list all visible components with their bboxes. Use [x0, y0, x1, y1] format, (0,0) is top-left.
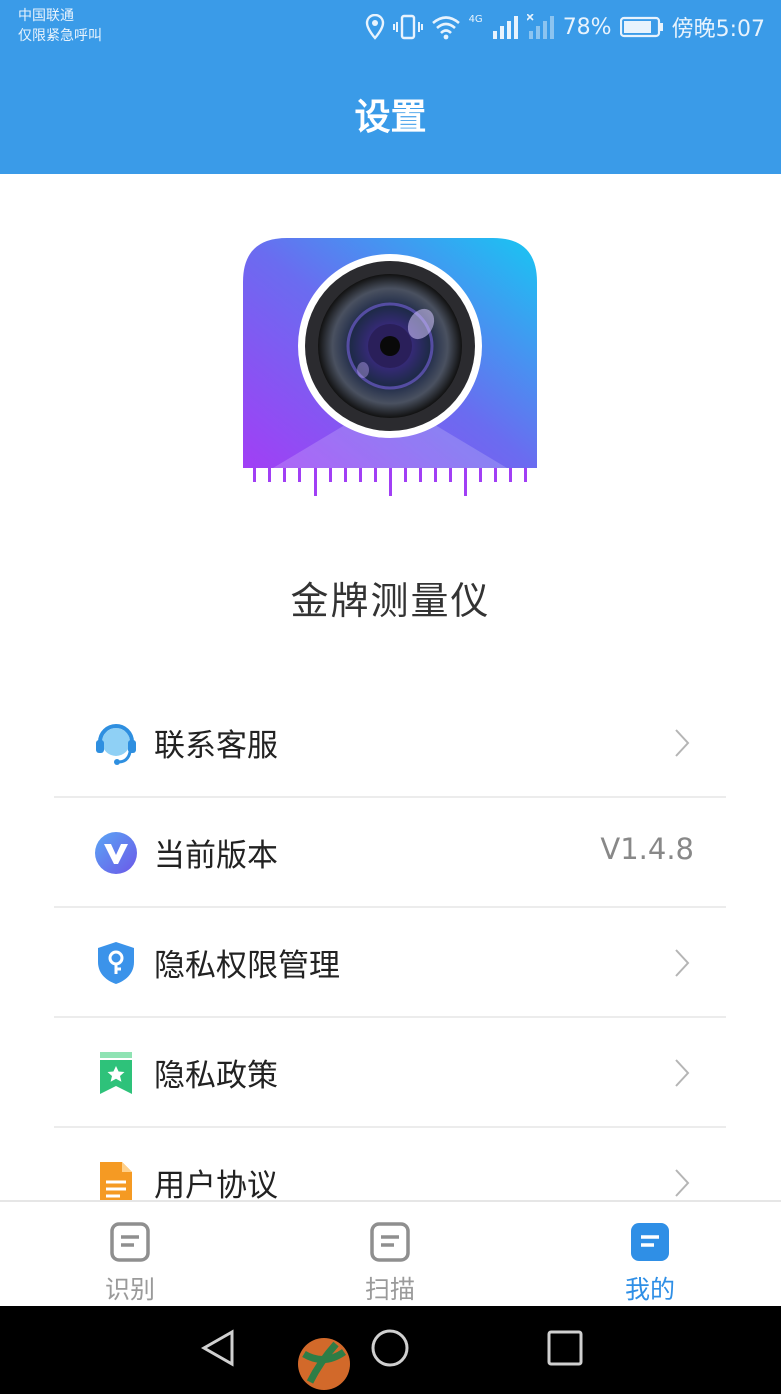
- clock: 傍晚5:07: [671, 17, 765, 42]
- version-value: V1.4.8: [600, 832, 694, 866]
- wifi-icon: [431, 16, 460, 40]
- carrier-info: 中国联通 仅限紧急呼叫: [18, 6, 102, 46]
- headset-icon: [96, 724, 136, 765]
- bookmark-star-icon: [100, 1052, 132, 1094]
- chevron-right-icon: [675, 1169, 690, 1197]
- tab-scan[interactable]: 扫描: [260, 1202, 520, 1308]
- doc-icon: [370, 1222, 410, 1262]
- contact-service-row[interactable]: 联系客服: [54, 688, 726, 798]
- menu-item-label: 隐私权限管理: [154, 948, 340, 984]
- tab-label: 识别: [104, 1275, 155, 1304]
- chevron-right-icon: [675, 949, 690, 977]
- recent-apps-icon[interactable]: [545, 1328, 585, 1368]
- chevron-right-icon: [675, 729, 690, 757]
- system-nav-bar: [0, 1306, 781, 1394]
- shield-key-icon: [98, 942, 134, 984]
- back-icon[interactable]: [198, 1328, 238, 1368]
- carrier-name: 中国联通: [18, 8, 74, 24]
- page-title: 设置: [354, 97, 427, 138]
- header: 中国联通 仅限紧急呼叫 4G 78% 傍晚5:07 设置: [0, 0, 781, 174]
- version-v-icon: [95, 832, 137, 874]
- menu-item-label: 用户协议: [154, 1168, 278, 1204]
- settings-menu: 联系客服 当前版本 V1.4.8 隐私权限管理 隐私政策 用户协议: [54, 688, 726, 1236]
- privacy-policy-row[interactable]: 隐私政策: [54, 1018, 726, 1128]
- menu-item-label: 当前版本: [154, 838, 278, 874]
- battery-percent: 78%: [562, 14, 612, 40]
- carrier-note: 仅限紧急呼叫: [18, 28, 102, 44]
- status-icons: 4G 78% 傍晚5:07: [365, 12, 765, 42]
- battery-icon: [619, 16, 663, 38]
- chevron-right-icon: [675, 1059, 690, 1087]
- no-signal-icon: [526, 14, 554, 39]
- doc-icon: [631, 1223, 669, 1261]
- current-version-row: 当前版本 V1.4.8: [54, 798, 726, 908]
- menu-item-label: 联系客服: [154, 728, 278, 764]
- location-icon: [365, 14, 384, 40]
- app-name: 金牌测量仪: [290, 579, 491, 623]
- tab-label: 我的: [624, 1275, 675, 1304]
- home-icon[interactable]: [370, 1328, 410, 1368]
- tab-mine[interactable]: 我的: [520, 1202, 780, 1308]
- bottom-tab-bar: 识别 扫描 我的: [0, 1200, 781, 1308]
- tab-recognize[interactable]: 识别: [0, 1202, 260, 1308]
- doc-icon: [110, 1222, 150, 1262]
- network-type: 4G: [468, 14, 483, 25]
- signal-icon: [492, 16, 518, 39]
- assistant-logo-icon[interactable]: [296, 1336, 352, 1392]
- vibrate-icon: [392, 14, 423, 40]
- tab-label: 扫描: [364, 1275, 415, 1304]
- menu-item-label: 隐私政策: [154, 1058, 278, 1094]
- permission-management-row[interactable]: 隐私权限管理: [54, 908, 726, 1018]
- app-logo: [243, 238, 537, 496]
